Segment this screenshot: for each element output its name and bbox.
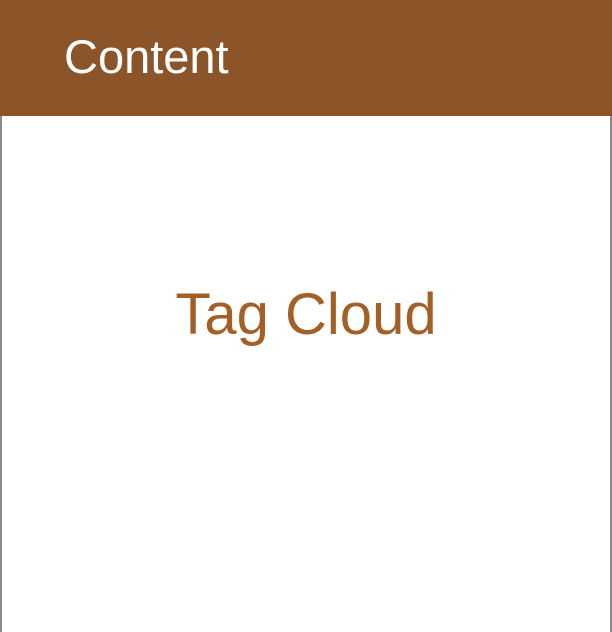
panel-title: Content: [64, 30, 229, 83]
panel-body: Tag Cloud: [0, 116, 612, 632]
tag-cloud-label: Tag Cloud: [175, 282, 437, 347]
panel-header: Content: [0, 0, 612, 116]
content-panel: Content Tag Cloud: [0, 0, 612, 632]
